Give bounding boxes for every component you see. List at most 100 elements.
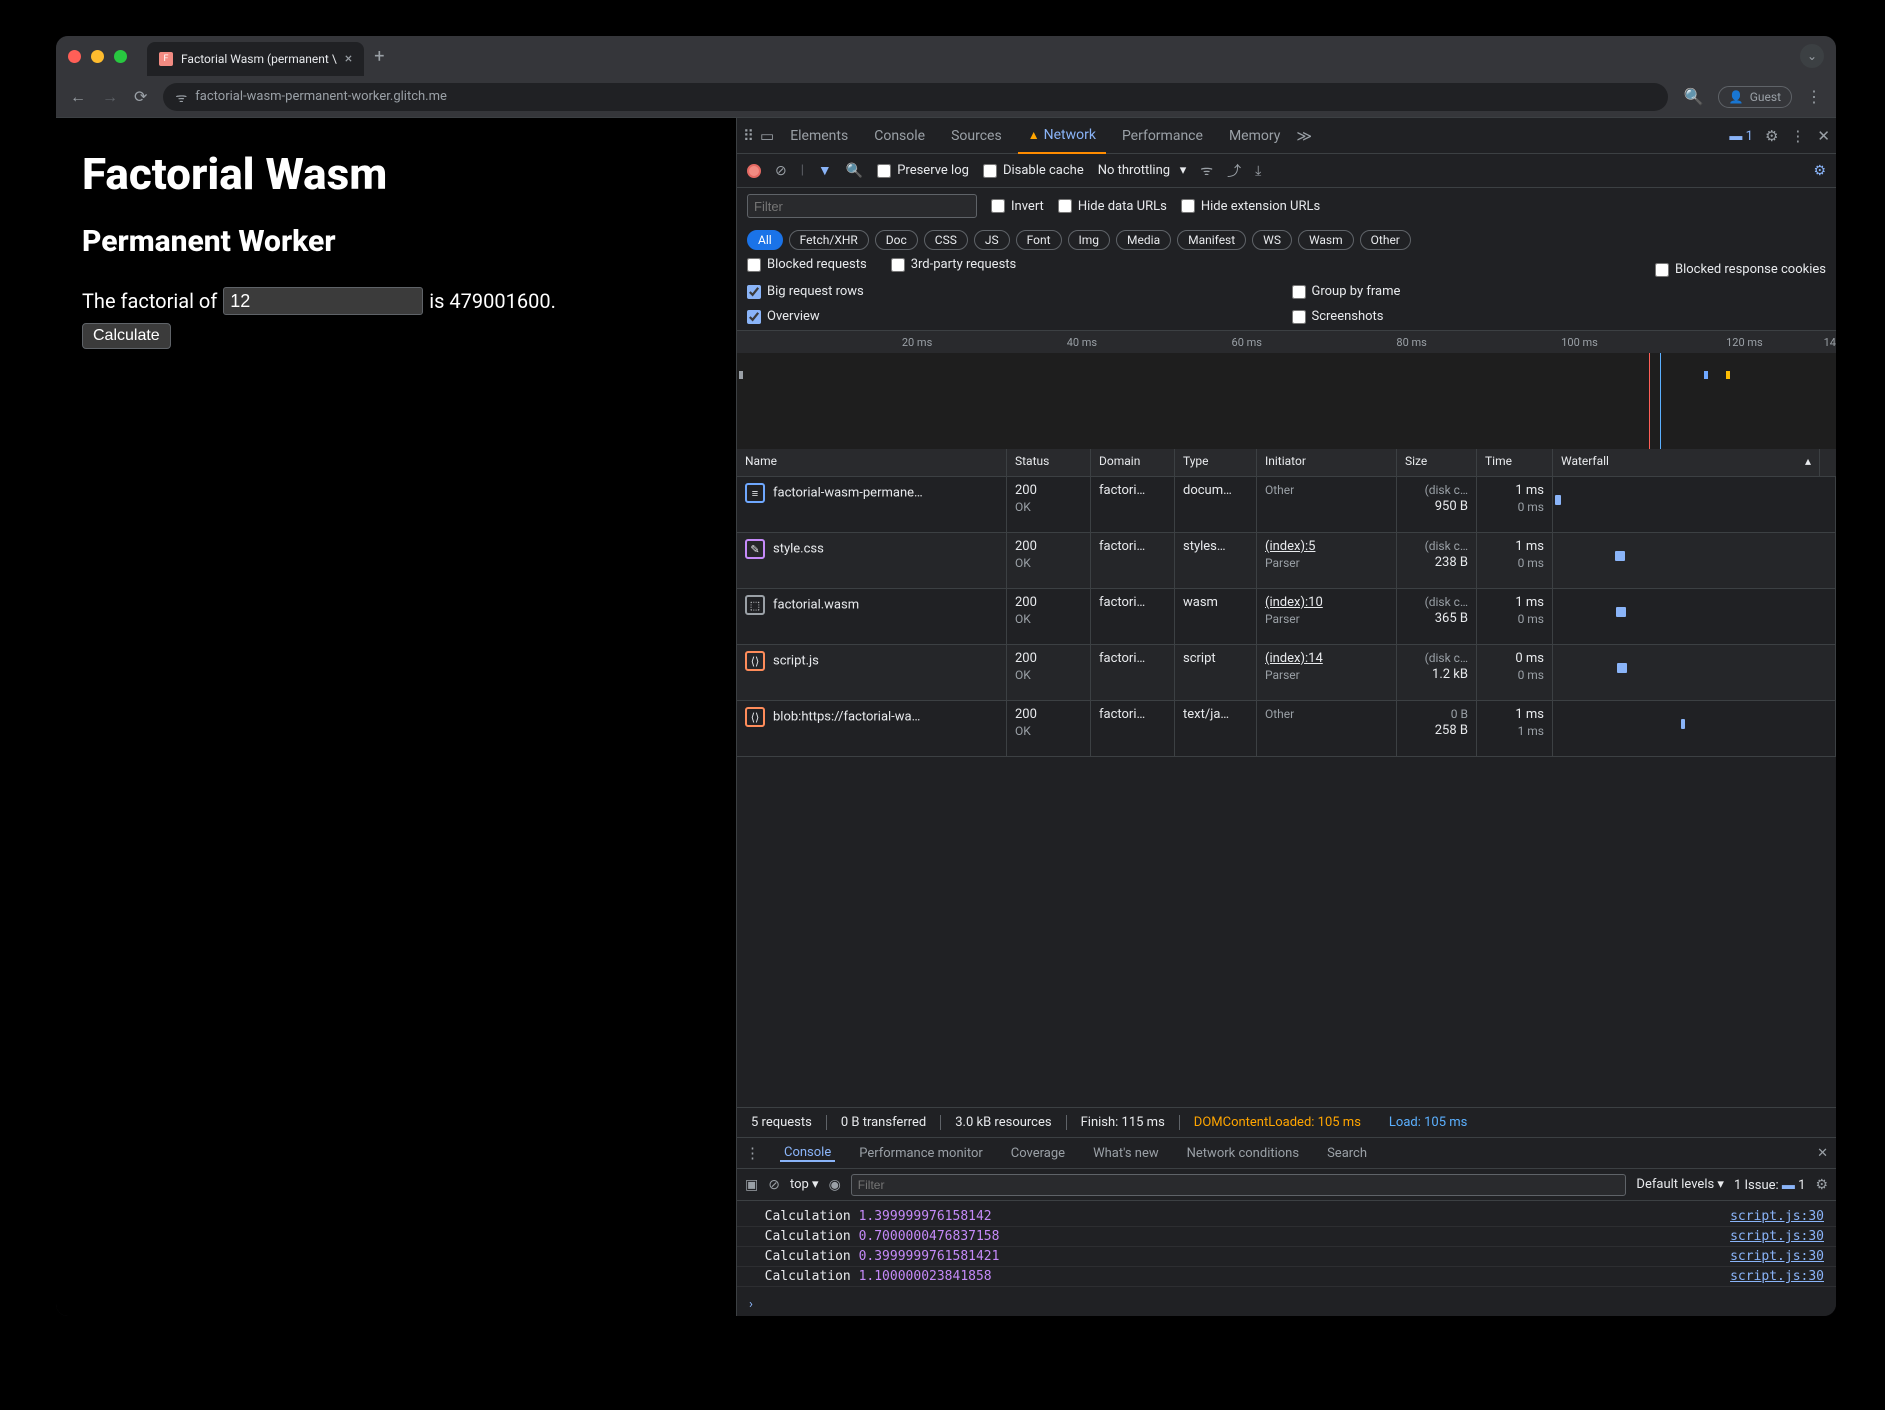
drawer-menu-icon[interactable]: ⋮ bbox=[745, 1144, 760, 1162]
column-type[interactable]: Type bbox=[1175, 449, 1257, 476]
browser-tab[interactable]: F Factorial Wasm (permanent \ × bbox=[147, 42, 364, 76]
type-pill-css[interactable]: CSS bbox=[924, 230, 968, 250]
type-pill-font[interactable]: Font bbox=[1016, 230, 1062, 250]
guest-label: Guest bbox=[1750, 90, 1781, 104]
live-expression-icon[interactable]: ◉ bbox=[829, 1177, 841, 1193]
console-clear-icon[interactable]: ⊘ bbox=[768, 1177, 780, 1193]
type-pill-other[interactable]: Other bbox=[1360, 230, 1411, 250]
table-row[interactable]: ✎style.css200OKfactori…styles…(index):5P… bbox=[737, 533, 1836, 589]
tab-performance[interactable]: Performance bbox=[1112, 118, 1213, 154]
factorial-input[interactable] bbox=[223, 287, 423, 315]
column-initiator[interactable]: Initiator bbox=[1257, 449, 1397, 476]
type-pill-manifest[interactable]: Manifest bbox=[1177, 230, 1246, 250]
console-filter-input[interactable] bbox=[851, 1174, 1627, 1196]
zoom-icon[interactable]: 🔍 bbox=[1684, 87, 1704, 106]
type-pill-media[interactable]: Media bbox=[1116, 230, 1171, 250]
log-levels-select[interactable]: Default levels ▾ bbox=[1636, 1177, 1724, 1192]
network-filter-input[interactable] bbox=[747, 194, 977, 218]
drawer-tab-coverage[interactable]: Coverage bbox=[1007, 1146, 1069, 1161]
log-source-link[interactable]: script.js:30 bbox=[1730, 1249, 1824, 1264]
column-time[interactable]: Time bbox=[1477, 449, 1553, 476]
network-conditions-icon[interactable]: ᯤ bbox=[1200, 161, 1213, 180]
type-pill-fetchxhr[interactable]: Fetch/XHR bbox=[789, 230, 869, 250]
tab-console[interactable]: Console bbox=[864, 118, 935, 154]
issues-link[interactable]: 1 Issue: ▬ 1 bbox=[1734, 1177, 1805, 1193]
column-waterfall[interactable]: Waterfall ▴ bbox=[1553, 449, 1820, 476]
type-pill-img[interactable]: Img bbox=[1068, 230, 1111, 250]
drawer-tab-console[interactable]: Console bbox=[780, 1145, 835, 1162]
export-icon[interactable]: ⤓ bbox=[1255, 163, 1261, 179]
network-settings-icon[interactable]: ⚙ bbox=[1813, 163, 1826, 179]
forward-button[interactable]: → bbox=[102, 87, 118, 107]
back-button[interactable]: ← bbox=[70, 87, 86, 107]
screenshots-checkbox[interactable]: Screenshots bbox=[1292, 309, 1827, 324]
column-status[interactable]: Status bbox=[1007, 449, 1091, 476]
tab-sources[interactable]: Sources bbox=[941, 118, 1012, 154]
menu-icon[interactable]: ⋮ bbox=[1806, 87, 1822, 106]
type-pill-wasm[interactable]: Wasm bbox=[1298, 230, 1354, 250]
hide-data-urls-checkbox[interactable]: Hide data URLs bbox=[1058, 199, 1167, 214]
device-icon[interactable]: ▭ bbox=[760, 127, 774, 145]
tab-memory[interactable]: Memory bbox=[1219, 118, 1290, 154]
calculate-button[interactable]: Calculate bbox=[82, 323, 171, 349]
window-minimize[interactable] bbox=[91, 50, 104, 63]
issues-badge[interactable]: ▬ 1 bbox=[1729, 128, 1753, 144]
close-tab-icon[interactable]: × bbox=[345, 51, 352, 67]
invert-checkbox[interactable]: Invert bbox=[991, 199, 1044, 214]
type-pill-doc[interactable]: Doc bbox=[875, 230, 918, 250]
table-row[interactable]: ⟨⟩blob:https://factorial-wa…200OKfactori… bbox=[737, 701, 1836, 757]
tab-network[interactable]: ▲Network bbox=[1018, 118, 1106, 154]
group-by-frame-checkbox[interactable]: Group by frame bbox=[1292, 284, 1827, 299]
overview-timeline[interactable]: 20 ms40 ms60 ms80 ms100 ms120 ms14 bbox=[737, 331, 1836, 449]
reload-button[interactable]: ⟳ bbox=[134, 87, 147, 106]
site-info-icon[interactable]: ᯤ bbox=[175, 88, 187, 106]
disable-cache-checkbox[interactable]: Disable cache bbox=[983, 163, 1084, 178]
overview-checkbox[interactable]: Overview bbox=[747, 309, 1282, 324]
address-bar[interactable]: ᯤ factorial-wasm-permanent-worker.glitch… bbox=[163, 83, 1667, 111]
kebab-icon[interactable]: ⋮ bbox=[1790, 127, 1805, 145]
table-row[interactable]: ⟨⟩script.js200OKfactori…script(index):14… bbox=[737, 645, 1836, 701]
blocked-requests-checkbox[interactable]: Blocked requests bbox=[747, 257, 867, 272]
record-button[interactable] bbox=[747, 164, 761, 178]
search-icon[interactable]: 🔍 bbox=[846, 163, 863, 179]
throttling-select[interactable]: No throttling ▾ bbox=[1098, 163, 1187, 178]
filter-icon[interactable]: ▼ bbox=[818, 162, 832, 179]
log-source-link[interactable]: script.js:30 bbox=[1730, 1209, 1824, 1224]
profile-button[interactable]: 👤 Guest bbox=[1718, 86, 1792, 108]
third-party-checkbox[interactable]: 3rd-party requests bbox=[891, 257, 1017, 272]
column-size[interactable]: Size bbox=[1397, 449, 1477, 476]
type-pill-js[interactable]: JS bbox=[974, 230, 1010, 250]
column-domain[interactable]: Domain bbox=[1091, 449, 1175, 476]
console-context-select[interactable]: top ▾ bbox=[790, 1177, 819, 1192]
tab-overflow-button[interactable]: ⌄ bbox=[1800, 44, 1824, 68]
timeline-tick: 20 ms bbox=[902, 336, 932, 349]
preserve-log-checkbox[interactable]: Preserve log bbox=[877, 163, 969, 178]
import-icon[interactable]: ⤴ bbox=[1227, 161, 1241, 181]
tab-elements[interactable]: Elements bbox=[780, 118, 858, 154]
clear-icon[interactable]: ⊘ bbox=[775, 163, 787, 179]
log-source-link[interactable]: script.js:30 bbox=[1730, 1229, 1824, 1244]
table-row[interactable]: ⬚factorial.wasm200OKfactori…wasm(index):… bbox=[737, 589, 1836, 645]
table-row[interactable]: ≡factorial-wasm-permane…200OKfactori…doc… bbox=[737, 477, 1836, 533]
console-sidebar-icon[interactable]: ▣ bbox=[745, 1177, 758, 1193]
hide-extension-urls-checkbox[interactable]: Hide extension URLs bbox=[1181, 199, 1320, 214]
new-tab-button[interactable]: + bbox=[374, 46, 384, 67]
type-pill-ws[interactable]: WS bbox=[1252, 230, 1292, 250]
drawer-tab-net-conditions[interactable]: Network conditions bbox=[1183, 1146, 1303, 1161]
drawer-tab-search[interactable]: Search bbox=[1323, 1146, 1371, 1161]
more-tabs-icon[interactable]: ≫ bbox=[1296, 127, 1312, 145]
close-drawer-icon[interactable]: ✕ bbox=[1817, 1146, 1828, 1161]
log-source-link[interactable]: script.js:30 bbox=[1730, 1269, 1824, 1284]
type-pill-all[interactable]: All bbox=[747, 230, 783, 250]
close-devtools-icon[interactable]: ✕ bbox=[1817, 127, 1830, 145]
window-zoom[interactable] bbox=[114, 50, 127, 63]
big-rows-checkbox[interactable]: Big request rows bbox=[747, 284, 1282, 299]
settings-icon[interactable]: ⚙ bbox=[1765, 127, 1778, 145]
column-name[interactable]: Name bbox=[737, 449, 1007, 476]
inspect-icon[interactable]: ⠿ bbox=[743, 127, 754, 145]
console-settings-icon[interactable]: ⚙ bbox=[1815, 1177, 1828, 1193]
drawer-tab-whats-new[interactable]: What's new bbox=[1089, 1146, 1163, 1161]
drawer-tab-perf-monitor[interactable]: Performance monitor bbox=[855, 1146, 987, 1161]
console-prompt[interactable]: › bbox=[737, 1293, 1836, 1316]
window-close[interactable] bbox=[68, 50, 81, 63]
